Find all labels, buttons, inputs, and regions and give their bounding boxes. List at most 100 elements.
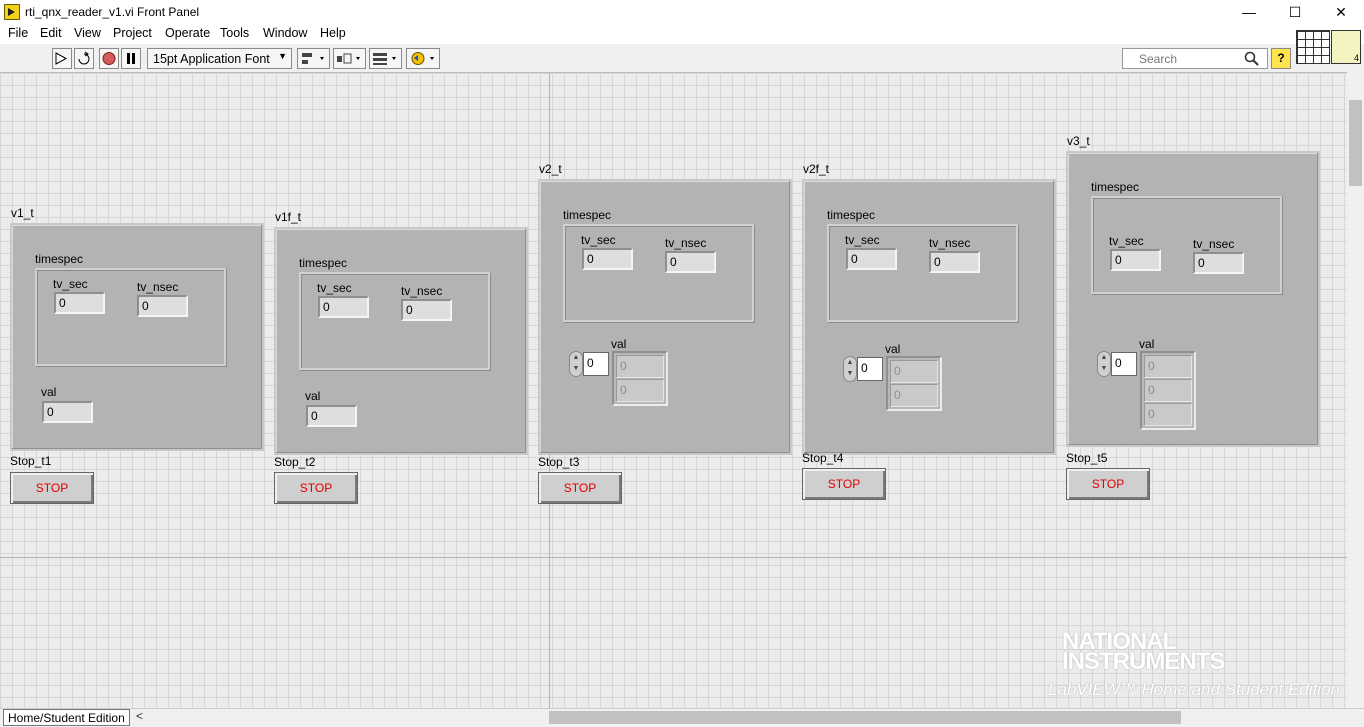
context-help-button[interactable]: ?: [1271, 48, 1291, 69]
val-indicator[interactable]: 0: [42, 401, 93, 423]
timespec-label: timespec: [827, 208, 876, 222]
vi-icon[interactable]: [1331, 30, 1361, 64]
menu-project[interactable]: Project: [113, 26, 152, 40]
cluster-v2f-t[interactable]: timespec tv_sec 0 tv_nsec 0 val ▲ ▼ 0 0 0: [802, 179, 1056, 455]
stop-label: Stop_t4: [802, 451, 844, 465]
close-button[interactable]: ✕: [1318, 0, 1364, 24]
cluster-v2-t[interactable]: timespec tv_sec 0 tv_nsec 0 val ▲ ▼ 0 0 0: [538, 179, 792, 455]
stop-button-t4[interactable]: STOP: [802, 468, 886, 500]
tv-sec-indicator[interactable]: 0: [54, 292, 105, 314]
edition-label: Home/Student Edition: [3, 709, 130, 726]
tv-nsec-indicator[interactable]: 0: [929, 251, 980, 273]
val-label: val: [611, 337, 627, 351]
val-array-indicator[interactable]: 0 0 0: [1140, 351, 1196, 430]
array-element: 0: [890, 384, 938, 407]
run-arrow-icon[interactable]: [52, 48, 72, 69]
vertical-scroll-thumb[interactable]: [1349, 100, 1362, 186]
labview-app-icon[interactable]: [4, 4, 20, 20]
val-label: val: [41, 385, 57, 399]
horizontal-scroll-thumb[interactable]: [549, 711, 1181, 724]
minimize-button[interactable]: —: [1226, 0, 1272, 24]
stop-label: Stop_t5: [1066, 451, 1108, 465]
tv-sec-indicator[interactable]: 0: [318, 296, 369, 318]
val-array-indicator[interactable]: 0 0: [886, 356, 942, 411]
val-indicator[interactable]: 0: [306, 405, 357, 427]
tv-sec-label: tv_sec: [317, 281, 352, 295]
array-index-spinner[interactable]: ▲ ▼: [569, 351, 583, 377]
search-icon[interactable]: [1244, 51, 1260, 70]
menu-window[interactable]: Window: [263, 26, 307, 40]
val-label: val: [305, 389, 321, 403]
menu-view[interactable]: View: [74, 26, 101, 40]
pause-icon[interactable]: [121, 48, 141, 69]
menu-file[interactable]: File: [8, 26, 28, 40]
val-label: val: [885, 342, 901, 356]
stop-button-t1[interactable]: STOP: [10, 472, 94, 504]
timespec-cluster[interactable]: tv_sec 0 tv_nsec 0: [299, 272, 490, 370]
menu-help[interactable]: Help: [320, 26, 346, 40]
tv-nsec-indicator[interactable]: 0: [401, 299, 452, 321]
stop-button-t3[interactable]: STOP: [538, 472, 622, 504]
cluster-label: v2f_t: [803, 162, 830, 176]
array-index-input[interactable]: 0: [1111, 352, 1137, 376]
ni-watermark: NATIONAL INSTRUMENTS LabVIEW™ Home and S…: [1022, 630, 1342, 700]
array-element: 0: [616, 355, 664, 378]
font-selector[interactable]: 15pt Application Font ▼: [147, 48, 292, 69]
menu-edit[interactable]: Edit: [40, 26, 62, 40]
font-selector-label: 15pt Application Font: [153, 52, 270, 66]
cluster-label: v3_t: [1067, 134, 1090, 148]
maximize-button[interactable]: ☐: [1272, 0, 1318, 24]
tv-sec-indicator[interactable]: 0: [582, 248, 633, 270]
tv-nsec-indicator[interactable]: 0: [1193, 252, 1244, 274]
tv-sec-indicator[interactable]: 0: [846, 248, 897, 270]
edition-watermark-text: LabVIEW™ Home and Student Edition: [1048, 680, 1340, 699]
stop-button-t2[interactable]: STOP: [274, 472, 358, 504]
resize-icon[interactable]: [369, 48, 402, 69]
reorder-icon[interactable]: [406, 48, 440, 69]
array-index-spinner[interactable]: ▲ ▼: [1097, 351, 1111, 377]
tv-nsec-indicator[interactable]: 0: [665, 251, 716, 273]
tv-sec-label: tv_sec: [53, 277, 88, 291]
window-title: rti_qnx_reader_v1.vi Front Panel: [25, 5, 200, 19]
front-panel[interactable]: v1_t timespec tv_sec 0 tv_nsec 0 val 0 S…: [0, 72, 1347, 709]
timespec-label: timespec: [1091, 180, 1140, 194]
tv-sec-label: tv_sec: [1109, 234, 1144, 248]
array-index-spinner[interactable]: ▲ ▼: [843, 356, 857, 382]
menu-operate[interactable]: Operate: [165, 26, 210, 40]
menu-tools[interactable]: Tools: [220, 26, 249, 40]
chevron-down-icon: ▼: [278, 51, 287, 61]
timespec-cluster[interactable]: tv_sec 0 tv_nsec 0: [35, 268, 226, 366]
timespec-cluster[interactable]: tv_sec 0 tv_nsec 0: [827, 224, 1018, 322]
array-element: 0: [890, 360, 938, 383]
timespec-cluster[interactable]: tv_sec 0 tv_nsec 0: [1091, 196, 1282, 294]
array-index-input[interactable]: 0: [583, 352, 609, 376]
array-element: 0: [616, 379, 664, 402]
origin-horizontal-guide: [0, 557, 1347, 558]
stop-label: Stop_t3: [538, 455, 580, 469]
cluster-label: v1_t: [11, 206, 34, 220]
val-array-indicator[interactable]: 0 0: [612, 351, 668, 406]
cluster-label: v2_t: [539, 162, 562, 176]
cluster-v3-t[interactable]: timespec tv_sec 0 tv_nsec 0 val ▲ ▼ 0 0 0…: [1066, 151, 1320, 447]
timespec-cluster[interactable]: tv_sec 0 tv_nsec 0: [563, 224, 754, 322]
title-bar: rti_qnx_reader_v1.vi Front Panel — ☐ ✕: [0, 0, 1364, 24]
tv-sec-label: tv_sec: [581, 233, 616, 247]
timespec-label: timespec: [299, 256, 348, 270]
tv-nsec-label: tv_nsec: [137, 280, 179, 294]
cluster-v1-t[interactable]: timespec tv_sec 0 tv_nsec 0 val 0: [10, 223, 264, 451]
align-icon[interactable]: [297, 48, 330, 69]
scroll-left-arrow[interactable]: <: [136, 709, 143, 723]
distribute-icon[interactable]: [333, 48, 366, 69]
cluster-v1f-t[interactable]: timespec tv_sec 0 tv_nsec 0 val 0: [274, 227, 528, 455]
val-label: val: [1139, 337, 1155, 351]
tv-nsec-indicator[interactable]: 0: [137, 295, 188, 317]
array-index-input[interactable]: 0: [857, 357, 883, 381]
abort-icon[interactable]: [99, 48, 119, 69]
connector-pane-icon[interactable]: [1296, 30, 1330, 64]
tv-nsec-label: tv_nsec: [401, 284, 443, 298]
stop-button-t5[interactable]: STOP: [1066, 468, 1150, 500]
cluster-label: v1f_t: [275, 210, 302, 224]
tv-nsec-label: tv_nsec: [665, 236, 707, 250]
tv-sec-indicator[interactable]: 0: [1110, 249, 1161, 271]
run-continuously-icon[interactable]: [74, 48, 94, 69]
